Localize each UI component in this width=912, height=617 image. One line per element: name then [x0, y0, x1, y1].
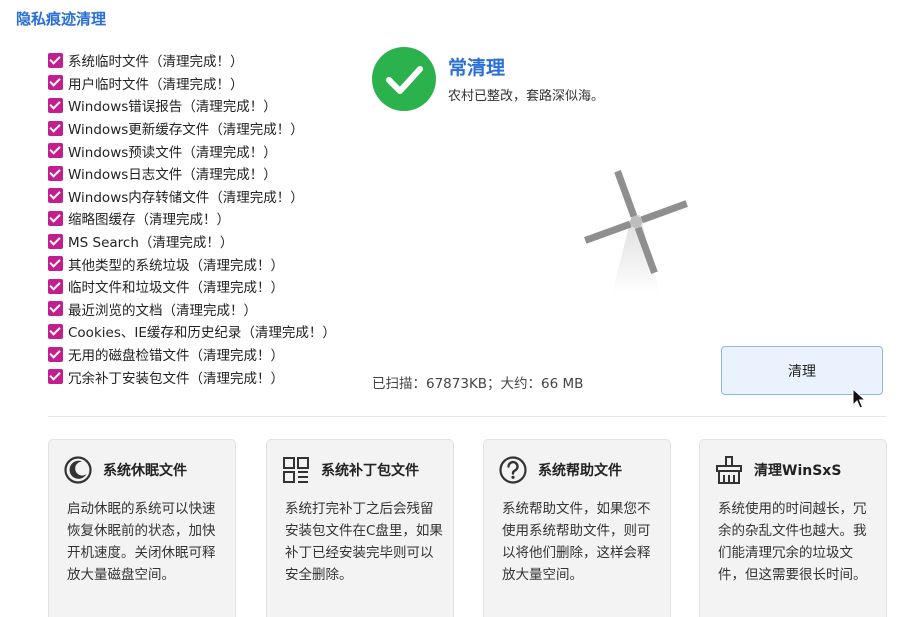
checkbox-checked[interactable]: [48, 165, 63, 181]
card-description: 系统打完补丁之后会残留安装包文件在C盘里，如果补丁已经安装完毕则可以安全删除。: [285, 501, 443, 583]
checkbox-checked[interactable]: [48, 143, 63, 159]
checkbox-checked[interactable]: [48, 369, 63, 385]
question-icon: [498, 455, 528, 485]
divider: [48, 416, 886, 417]
checkbox-checked[interactable]: [48, 278, 63, 294]
cleanup-item[interactable]: 系统临时文件（清理完成！）: [48, 49, 336, 72]
cleanup-item[interactable]: Windows预读文件（清理完成！）: [48, 139, 336, 162]
cleanup-item[interactable]: MS Search（清理完成！）: [48, 230, 336, 253]
checkbox-checked[interactable]: [48, 97, 63, 113]
cleanup-item[interactable]: Windows内存转储文件（清理完成！）: [48, 185, 336, 208]
windmill-icon: [580, 165, 692, 301]
checkbox-checked[interactable]: [48, 323, 63, 339]
cleanup-item-label: 临时文件和垃圾文件（清理完成！）: [68, 280, 284, 297]
cleanup-item[interactable]: 无用的磁盘检错文件（清理完成！）: [48, 343, 336, 366]
cleanup-item-label: 用户临时文件（清理完成！）: [68, 76, 244, 93]
cleanup-item-label: Windows错误报告（清理完成！）: [68, 99, 277, 116]
page-title: 隐私痕迹清理: [16, 10, 107, 28]
cleanup-item[interactable]: Cookies、IE缓存和历史纪录（清理完成！）: [48, 320, 336, 343]
cleanup-item-label: Cookies、IE缓存和历史纪录（清理完成！）: [68, 325, 336, 342]
cleanup-item[interactable]: Windows更新缓存文件（清理完成！）: [48, 117, 336, 140]
cleanup-item-label: 无用的磁盘检错文件（清理完成！）: [68, 348, 284, 365]
cleanup-item-label: Windows预读文件（清理完成！）: [68, 144, 277, 161]
card-help-files[interactable]: 系统帮助文件 系统帮助文件，如果您不使用系统帮助文件，则可以将他们删除，这样会释…: [483, 439, 671, 617]
cleanup-item[interactable]: Windows错误报告（清理完成！）: [48, 94, 336, 117]
card-title: 系统帮助文件: [538, 463, 622, 479]
cleanup-item-label: 冗余补丁安装包文件（清理完成！）: [68, 370, 284, 387]
card-description: 系统帮助文件，如果您不使用系统帮助文件，则可以将他们删除，这样会释放大量空间。: [502, 501, 651, 583]
checkbox-checked[interactable]: [48, 256, 63, 272]
cleanup-item-label: 其他类型的系统垃圾（清理完成！）: [68, 257, 284, 274]
cleanup-item-label: Windows日志文件（清理完成！）: [68, 167, 277, 184]
moon-icon: [63, 455, 93, 485]
card-description: 启动休眠的系统可以快速恢复休眠前的状态，加快开机速度。关闭休眠可释放大量磁盘空间…: [67, 501, 216, 583]
card-title: 系统休眠文件: [103, 463, 187, 479]
card-hibernate[interactable]: 系统休眠文件 启动休眠的系统可以快速恢复休眠前的状态，加快开机速度。关闭休眠可释…: [48, 439, 236, 617]
check-circle-icon: [372, 47, 436, 111]
checkbox-checked[interactable]: [48, 52, 63, 68]
checkbox-checked[interactable]: [48, 188, 63, 204]
card-title: 系统补丁包文件: [321, 463, 419, 479]
status-title: 常清理: [448, 57, 506, 79]
cleanup-item-label: 缩略图缓存（清理完成！）: [68, 212, 230, 229]
checkbox-checked[interactable]: [48, 120, 63, 136]
cleanup-item[interactable]: Windows日志文件（清理完成！）: [48, 162, 336, 185]
card-description: 系统使用的时间越长，冗余的杂乱文件也越大。我们能清理冗余的垃圾文件，但这需要很长…: [718, 501, 867, 583]
cleanup-item-list: 系统临时文件（清理完成！） 用户临时文件（清理完成！） Windows错误报告（…: [48, 49, 336, 388]
checkbox-checked[interactable]: [48, 210, 63, 226]
status-subtitle: 农村已整改，套路深似海。: [448, 89, 605, 104]
checkbox-checked[interactable]: [48, 301, 63, 317]
cleanup-item-label: Windows内存转储文件（清理完成！）: [68, 189, 304, 206]
cleanup-item[interactable]: 冗余补丁安装包文件（清理完成！）: [48, 365, 336, 388]
broom-icon: [714, 455, 744, 485]
cleanup-item-label: Windows更新缓存文件（清理完成！）: [68, 122, 304, 139]
cleanup-item[interactable]: 其他类型的系统垃圾（清理完成！）: [48, 252, 336, 275]
cleanup-item[interactable]: 临时文件和垃圾文件（清理完成！）: [48, 275, 336, 298]
checkbox-checked[interactable]: [48, 346, 63, 362]
cleanup-item[interactable]: 用户临时文件（清理完成！）: [48, 72, 336, 95]
cleanup-item-label: MS Search（清理完成！）: [68, 235, 234, 252]
cleanup-item[interactable]: 最近浏览的文档（清理完成！）: [48, 298, 336, 321]
card-patch-package[interactable]: 系统补丁包文件 系统打完补丁之后会残留安装包文件在C盘里，如果补丁已经安装完毕则…: [266, 439, 454, 617]
mouse-cursor-icon: [852, 387, 867, 414]
cleanup-item-label: 系统临时文件（清理完成！）: [68, 54, 244, 71]
card-winsxs[interactable]: 清理WinSxS 系统使用的时间越长，冗余的杂乱文件也越大。我们能清理冗余的垃圾…: [699, 439, 887, 617]
cleanup-item-label: 最近浏览的文档（清理完成！）: [68, 302, 257, 319]
card-title: 清理WinSxS: [754, 463, 842, 479]
scan-summary: 已扫描：67873KB；大约：66 MB: [372, 376, 584, 392]
cleanup-item[interactable]: 缩略图缓存（清理完成！）: [48, 207, 336, 230]
checkbox-checked[interactable]: [48, 75, 63, 91]
grid-icon: [281, 455, 311, 485]
checkbox-checked[interactable]: [48, 233, 63, 249]
